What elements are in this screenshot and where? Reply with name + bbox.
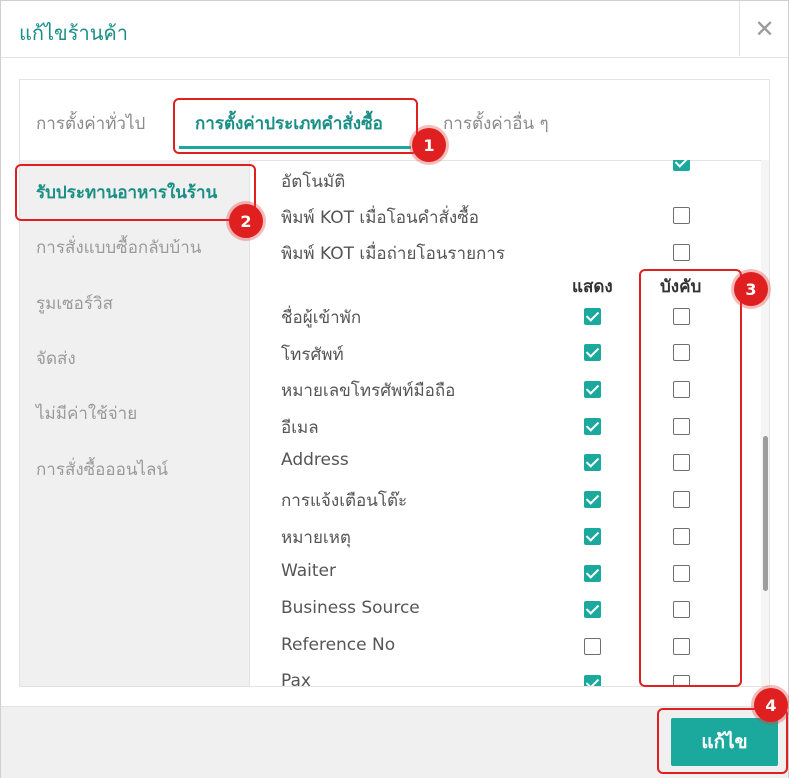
- step-badge: 3: [734, 272, 768, 306]
- tab-general-settings[interactable]: การตั้งค่าทั่วไป: [36, 110, 145, 137]
- field-label: Pax: [281, 671, 311, 686]
- field-label: หมายเหตุ: [281, 528, 351, 548]
- show-checkbox[interactable]: [584, 675, 601, 686]
- required-checkbox[interactable]: [673, 308, 690, 325]
- show-checkbox[interactable]: [584, 454, 601, 471]
- step-badge: 2: [229, 204, 263, 238]
- setting-checkbox[interactable]: [673, 244, 690, 261]
- dialog-header: แก้ไขร้านค้า ✕: [1, 1, 788, 58]
- save-button[interactable]: แก้ไข: [671, 718, 778, 766]
- field-label: Waiter: [281, 561, 336, 581]
- show-checkbox[interactable]: [584, 601, 601, 618]
- dialog-title: แก้ไขร้านค้า: [19, 21, 128, 45]
- sidebar-item-dine-in[interactable]: รับประทานอาหารในร้าน: [36, 179, 217, 206]
- required-checkbox[interactable]: [673, 491, 690, 508]
- tab-bar: การตั้งค่าทั่วไป การตั้งค่าประเภทคำสั่งซ…: [20, 80, 769, 161]
- active-tab-indicator: [179, 146, 411, 149]
- field-label: โทรศัพท์: [281, 345, 344, 365]
- field-label: Reference No: [281, 635, 396, 655]
- show-checkbox[interactable]: [584, 344, 601, 361]
- step-badge: 4: [754, 688, 788, 722]
- field-label: อีเมล: [281, 418, 319, 438]
- step-badge: 1: [412, 128, 446, 162]
- sidebar-item-delivery[interactable]: จัดส่ง: [36, 345, 76, 372]
- field-label: ชื่อผู้เข้าพัก: [281, 308, 362, 328]
- tab-order-type-settings[interactable]: การตั้งค่าประเภทคำสั่งซื้อ: [195, 110, 383, 137]
- required-checkbox[interactable]: [673, 344, 690, 361]
- sidebar-item-complimentary[interactable]: ไม่มีค่าใช้จ่าย: [36, 400, 137, 427]
- scrollbar-thumb[interactable]: [763, 436, 768, 591]
- sidebar-item-online-order[interactable]: การสั่งซื้อออนไลน์: [36, 456, 168, 483]
- show-checkbox[interactable]: [584, 528, 601, 545]
- column-header-show: แสดง: [572, 277, 613, 297]
- vertical-scrollbar[interactable]: [761, 160, 769, 686]
- setting-checkbox[interactable]: [673, 207, 690, 224]
- dialog-footer: [1, 706, 788, 778]
- show-checkbox[interactable]: [584, 491, 601, 508]
- required-checkbox[interactable]: [673, 675, 690, 686]
- column-header-required: บังคับ: [660, 277, 702, 297]
- edit-store-dialog: แก้ไขร้านค้า ✕ การตั้งค่าทั่วไป การตั้งค…: [0, 0, 789, 778]
- required-checkbox[interactable]: [673, 638, 690, 655]
- required-checkbox[interactable]: [673, 565, 690, 582]
- required-checkbox[interactable]: [673, 528, 690, 545]
- field-label: Business Source: [281, 598, 420, 618]
- required-checkbox[interactable]: [673, 381, 690, 398]
- show-checkbox[interactable]: [584, 418, 601, 435]
- field-label: Address: [281, 450, 349, 470]
- tab-other-settings[interactable]: การตั้งค่าอื่น ๆ: [443, 110, 549, 137]
- field-label: หมายเลขโทรศัพท์มือถือ: [281, 381, 456, 401]
- show-checkbox[interactable]: [584, 565, 601, 582]
- required-checkbox[interactable]: [673, 601, 690, 618]
- sidebar-item-room-service[interactable]: รูมเซอร์วิส: [36, 290, 113, 317]
- sidebar-item-takeaway[interactable]: การสั่งแบบซื้อกลับบ้าน: [36, 234, 201, 261]
- setting-label: อัตโนมัติ: [281, 172, 346, 192]
- show-checkbox[interactable]: [584, 638, 601, 655]
- setting-checkbox[interactable]: [673, 160, 690, 171]
- show-checkbox[interactable]: [584, 308, 601, 325]
- setting-label: พิมพ์ KOT เมื่อโอนคำสั่งซื้อ: [281, 208, 479, 228]
- settings-panel: การตั้งค่าทั่วไป การตั้งค่าประเภทคำสั่งซ…: [19, 79, 770, 687]
- required-checkbox[interactable]: [673, 454, 690, 471]
- settings-content: อัตโนมัติ พิมพ์ KOT เมื่อโอนคำสั่งซื้อ พ…: [250, 160, 769, 686]
- order-type-sidebar: รับประทานอาหารในร้าน การสั่งแบบซื้อกลับบ…: [20, 160, 250, 686]
- setting-label: พิมพ์ KOT เมื่อถ่ายโอนรายการ: [281, 244, 506, 264]
- close-icon[interactable]: ✕: [739, 1, 789, 56]
- field-label: การแจ้งเตือนโต๊ะ: [281, 491, 408, 511]
- required-checkbox[interactable]: [673, 418, 690, 435]
- show-checkbox[interactable]: [584, 381, 601, 398]
